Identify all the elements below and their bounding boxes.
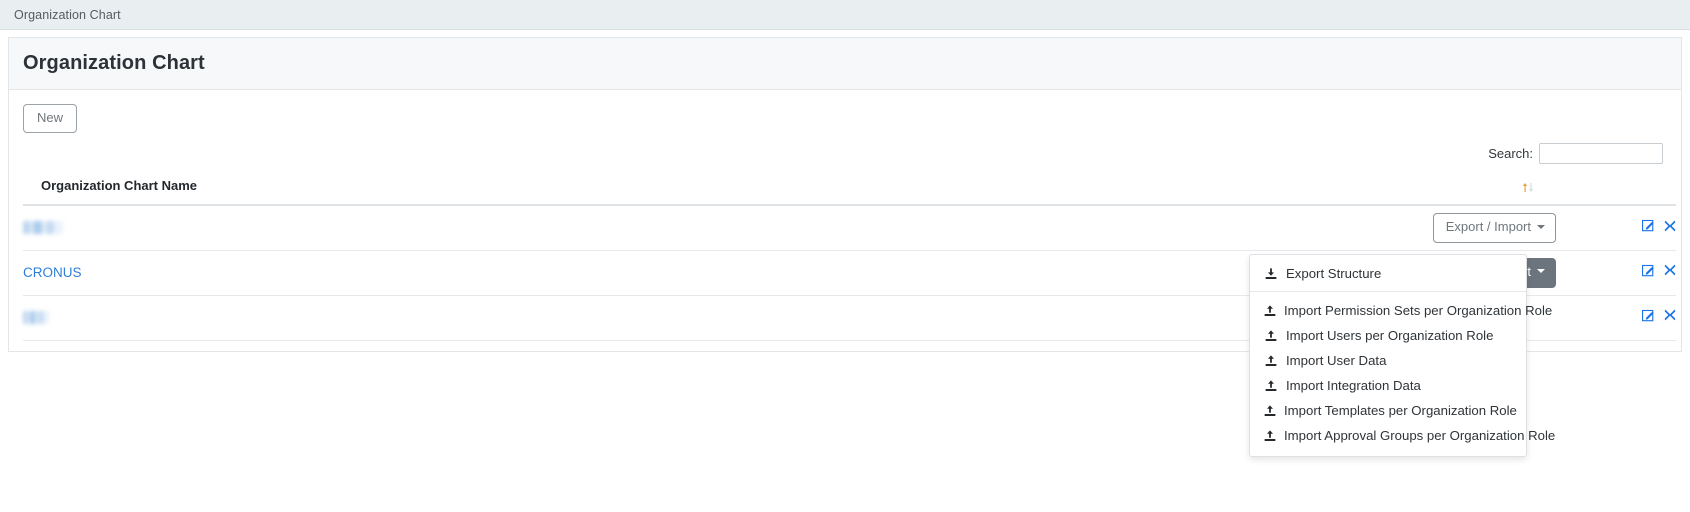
edit-icon[interactable] — [1642, 264, 1655, 277]
upload-icon — [1264, 429, 1276, 442]
chevron-down-icon — [1537, 269, 1545, 274]
menu-item-export-structure[interactable]: Export Structure — [1250, 261, 1526, 286]
cell-row-actions — [1556, 295, 1676, 341]
cell-chart-name — [23, 205, 816, 251]
search-label: Search: — [1488, 146, 1533, 162]
cell-chart-name — [23, 295, 816, 341]
edit-icon[interactable] — [1642, 219, 1655, 232]
search-row: Search: — [23, 143, 1667, 165]
row-action-icons — [1642, 219, 1676, 232]
page-title: Organization Chart — [23, 52, 205, 74]
delete-icon[interactable] — [1664, 220, 1676, 232]
chart-name-link[interactable]: CRONUS — [23, 265, 82, 280]
redacted-name[interactable] — [23, 311, 49, 325]
menu-item-label: Import Approval Groups per Organization … — [1284, 428, 1556, 443]
delete-icon[interactable] — [1664, 309, 1676, 321]
column-header-name[interactable]: Organization Chart Name — [23, 178, 816, 207]
sort-asc-desc-icon[interactable] — [1522, 181, 1534, 194]
menu-item-label: Import Permission Sets per Organization … — [1284, 303, 1553, 318]
chevron-down-icon — [1537, 224, 1545, 229]
export-import-dropdown-menu: Export Structure Import Permission Sets … — [1249, 254, 1555, 457]
card-header: Organization Chart — [9, 38, 1681, 90]
menu-item-import-user-data[interactable]: Import User Data — [1250, 348, 1526, 373]
row-action-icons — [1642, 264, 1676, 277]
column-header-icons — [1556, 178, 1676, 207]
new-button[interactable]: New — [23, 104, 78, 134]
menu-item-import-integration-data[interactable]: Import Integration Data — [1250, 373, 1526, 398]
upload-icon — [1264, 354, 1278, 367]
organization-chart-card: Organization Chart New Search: Organizat… — [8, 37, 1682, 457]
table-head: Organization Chart Name — [23, 178, 1676, 207]
menu-item-label: Export Structure — [1286, 266, 1382, 281]
menu-item-import-templates[interactable]: Import Templates per Organization Role — [1250, 398, 1526, 423]
cell-chart-name: CRONUS — [23, 250, 816, 296]
upload-icon — [1264, 404, 1276, 417]
column-header-actions[interactable] — [816, 178, 1556, 207]
redacted-name[interactable] — [23, 221, 63, 235]
download-icon — [1264, 267, 1278, 280]
menu-item-label: Import Templates per Organization Role — [1284, 403, 1517, 418]
menu-item-label: Import Users per Organization Role — [1286, 328, 1494, 343]
upload-icon — [1264, 329, 1278, 342]
cell-export-import: Export / Import — [816, 205, 1556, 251]
export-import-button-label: Export / Import — [1445, 219, 1531, 235]
menu-item-label: Import Integration Data — [1286, 378, 1421, 393]
card-body: New Search: Organization Chart Name Expo… — [9, 90, 1681, 457]
export-import-button[interactable]: Export / Import — [1432, 213, 1556, 244]
row-action-icons — [1642, 309, 1676, 322]
menu-item-label: Import User Data — [1286, 353, 1387, 368]
menu-item-import-permission-sets[interactable]: Import Permission Sets per Organization … — [1250, 298, 1552, 323]
upload-icon — [1264, 379, 1278, 392]
table-header-row: Organization Chart Name — [23, 178, 1676, 207]
menu-item-import-approval-groups[interactable]: Import Approval Groups per Organization … — [1250, 423, 1555, 448]
breadcrumb[interactable]: Organization Chart — [14, 8, 121, 22]
menu-item-import-users[interactable]: Import Users per Organization Role — [1250, 323, 1526, 348]
edit-icon[interactable] — [1642, 309, 1655, 322]
upload-icon — [1264, 304, 1276, 317]
menu-separator — [1250, 291, 1526, 292]
toolbar: New — [23, 104, 1667, 134]
search-input[interactable] — [1539, 143, 1663, 165]
table-row: Export / Import — [23, 205, 1676, 251]
breadcrumb-bar: Organization Chart — [0, 0, 1690, 30]
cell-row-actions — [1556, 205, 1676, 251]
cell-row-actions — [1556, 250, 1676, 296]
delete-icon[interactable] — [1664, 264, 1676, 276]
